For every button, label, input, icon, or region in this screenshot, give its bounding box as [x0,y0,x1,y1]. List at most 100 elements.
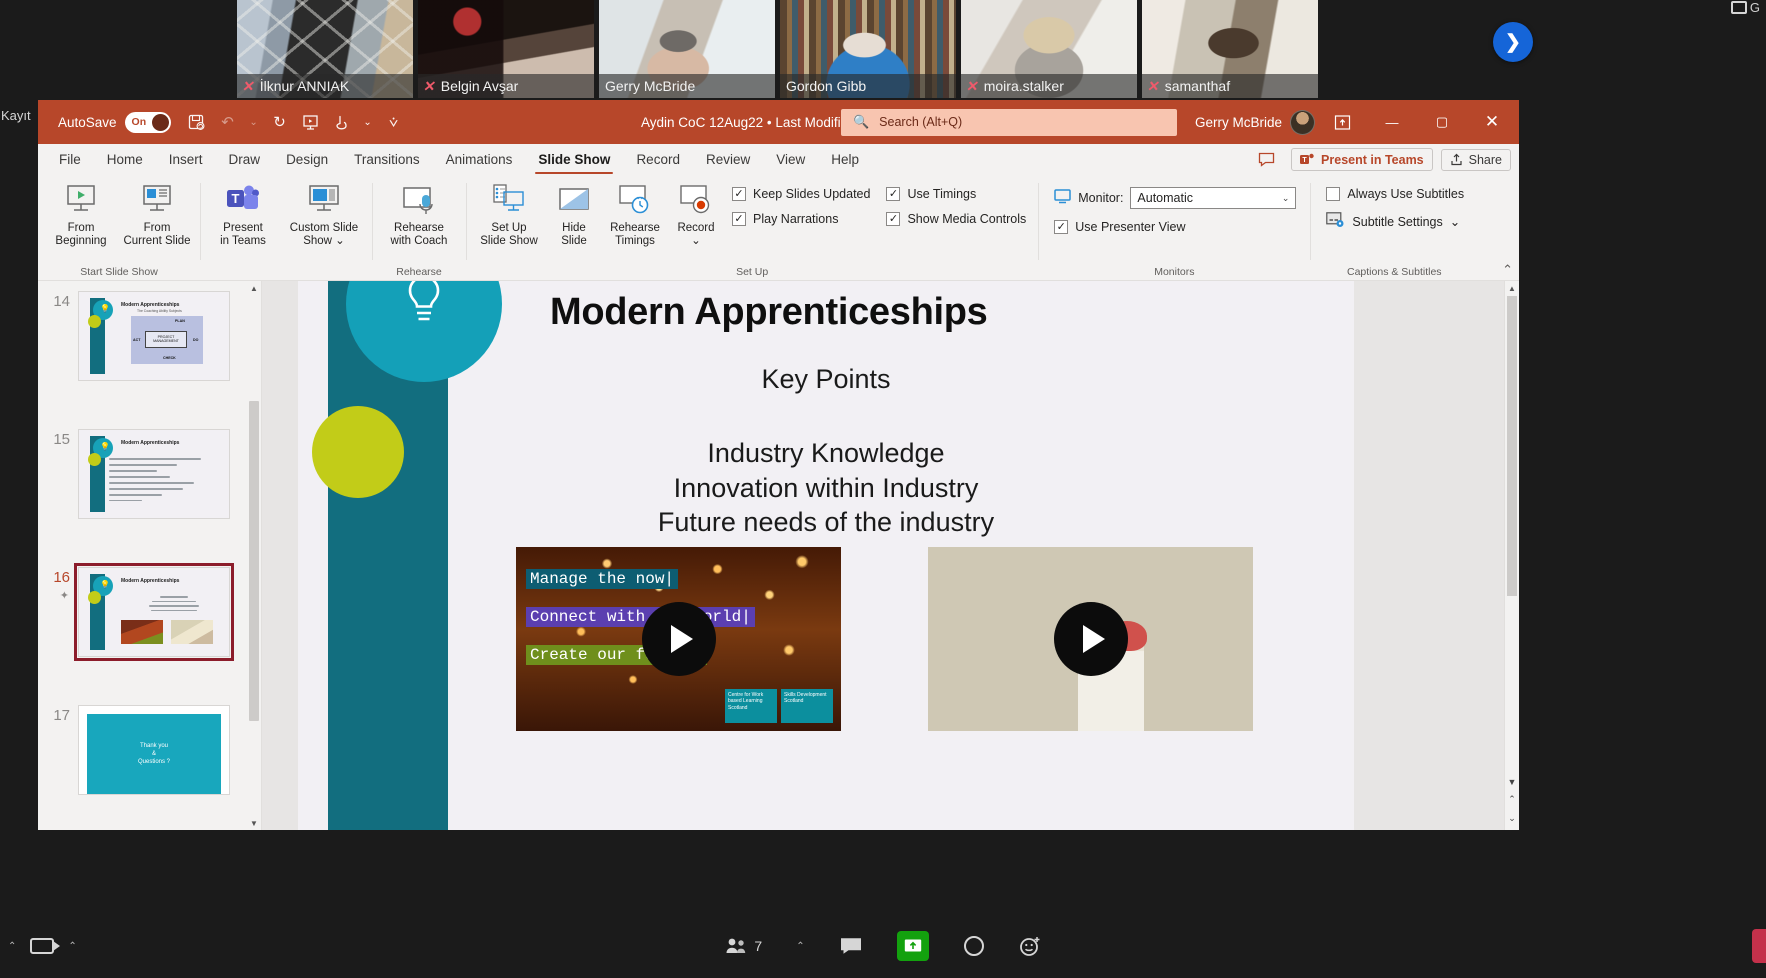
reactions-button[interactable] [1019,935,1041,957]
tab-label: Transitions [354,152,420,167]
play-icon[interactable] [1053,602,1128,676]
tab-slide-show[interactable]: Slide Show [525,144,623,175]
mini-thanks-block: Thank you & Questions ? [87,714,221,794]
tab-file[interactable]: File [46,144,94,175]
slide-thumbnail-pane[interactable]: 14 💡 Modern Apprenticeships The Coaching… [38,281,262,830]
rehearse-with-coach-button[interactable]: Rehearse with Coach [378,179,460,252]
thumbnail-number: 16 [53,569,70,586]
ribbon-display-options-button[interactable] [1319,100,1365,144]
save-icon[interactable] [183,108,211,136]
teams-meeting-controls-bar: ⌃ ⌃ 7 ⌃ [0,914,1766,978]
undo-icon[interactable]: ↶ [214,108,242,136]
participant-tile[interactable]: ✕ moira.stalker [961,0,1137,98]
tab-help[interactable]: Help [818,144,872,175]
video-right[interactable] [928,547,1253,731]
undo-caret-icon[interactable]: ⌄ [245,108,263,136]
tab-label: Home [106,152,143,167]
tab-view[interactable]: View [763,144,818,175]
use-presenter-view-checkbox[interactable]: ✓ Use Presenter View [1054,220,1296,234]
autosave-toggle[interactable]: On [124,111,171,133]
set-up-slide-show-button[interactable]: Set Up Slide Show [472,179,546,252]
qat-caret-icon[interactable]: ⌄ [359,108,377,136]
kayit-label: Kayıt [1,108,31,123]
chat-button[interactable] [839,936,863,956]
slide-subtitle[interactable]: Key Points [298,364,1354,395]
minimize-button[interactable]: — [1369,100,1415,144]
slide-key-points[interactable]: Industry Knowledge Innovation within Ind… [298,436,1354,540]
tab-transitions[interactable]: Transitions [341,144,433,175]
slide-vertical-scrollbar[interactable]: ▲ ▼ ⌃ ⌄ [1504,281,1519,830]
tab-review[interactable]: Review [693,144,763,175]
monitor-dropdown[interactable]: Automatic ⌄ [1130,187,1297,209]
present-in-teams-ribbon-button[interactable]: T Present in Teams [206,179,280,252]
thumbnail-slide-16-selected[interactable]: 16 ✦ 💡 Modern Apprenticeships [38,563,261,661]
thumbnail-card[interactable]: Thank you & Questions ? [78,705,230,795]
record-more-button[interactable] [963,935,985,957]
present-in-teams-ribbon-label: Present in Teams [220,222,266,248]
participant-tile[interactable]: ✕ samanthaf [1142,0,1318,98]
play-icon[interactable] [641,602,716,676]
thumbnail-slide-17[interactable]: 17 Thank you & Questions ? [38,705,261,795]
touch-mode-icon[interactable] [328,108,356,136]
from-current-slide-button[interactable]: From Current Slide [120,179,194,252]
keep-slides-updated-checkbox[interactable]: ✓ Keep Slides Updated [732,187,870,201]
present-in-teams-button[interactable]: T Present in Teams [1291,148,1433,171]
custom-slide-show-button[interactable]: Custom Slide Show ⌄ [282,179,366,252]
maximize-button[interactable]: ▢ [1419,100,1465,144]
tab-home[interactable]: Home [94,144,156,175]
comments-button[interactable] [1250,149,1283,170]
tab-design[interactable]: Design [273,144,341,175]
leave-meeting-button[interactable] [1752,929,1766,963]
scroll-thumb[interactable] [1507,296,1517,596]
subtitle-settings-button[interactable]: Subtitle Settings ⌄ [1326,212,1464,231]
autosave-control[interactable]: AutoSave On [58,111,171,133]
from-beginning-button[interactable]: From Beginning [44,179,118,252]
scroll-up-arrow-icon[interactable]: ▲ [247,281,261,295]
thumbnail-card[interactable]: 💡 Modern Apprenticeships The Coaching Ab… [78,291,230,381]
hide-slide-button[interactable]: Hide Slide [548,179,600,252]
slide-title[interactable]: Modern Apprenticeships [550,291,988,334]
participants-button[interactable]: 7 [725,937,762,955]
always-use-subtitles-checkbox[interactable]: Always Use Subtitles [1326,187,1464,201]
ribbon-collapse-icon[interactable]: ⌃ [1502,262,1513,278]
participant-tile[interactable]: ✕ İlknur ANNIAK [237,0,413,98]
previous-slide-button[interactable]: ⌃ [1505,791,1519,808]
show-media-controls-checkbox[interactable]: ✓ Show Media Controls [886,212,1026,226]
use-timings-checkbox[interactable]: ✓ Use Timings [886,187,1026,201]
next-slide-button[interactable]: ⌄ [1505,810,1519,827]
scroll-down-arrow-icon[interactable]: ▼ [1505,773,1519,790]
share-screen-button[interactable] [896,931,929,961]
participant-tile[interactable]: Gerry McBride [599,0,775,98]
thumbnail-card[interactable]: 💡 Modern Apprenticeships [78,429,230,519]
chevron-up-icon[interactable]: ⌃ [796,941,804,952]
rehearse-timings-button[interactable]: Rehearse Timings [602,179,668,252]
thumbnail-scrollbar[interactable]: ▲ ▼ [247,281,261,830]
video-left[interactable]: Manage the now| Connect with the world| … [516,547,841,731]
chevron-down-icon[interactable]: ⌄ [1450,214,1460,229]
scroll-down-arrow-icon[interactable]: ▼ [247,816,261,830]
customize-qat-icon[interactable]: ⩒ [380,108,408,136]
next-participants-button[interactable]: ❯ [1493,22,1533,62]
btn-line2-caret-icon[interactable]: ⌄ [691,235,701,247]
slide-editing-area[interactable]: Modern Apprenticeships Key Points Indust… [262,281,1519,830]
record-button[interactable]: Record ⌄ [670,179,722,252]
search-box[interactable]: 🔍 Search (Alt+Q) [840,108,1177,136]
thumbnail-card[interactable]: 💡 Modern Apprenticeships [74,563,234,661]
participant-tile-active-speaker[interactable]: Gordon Gibb [780,0,956,98]
close-button[interactable]: ✕ [1469,100,1515,144]
tab-animations[interactable]: Animations [433,144,526,175]
tab-draw[interactable]: Draw [216,144,274,175]
participant-tile[interactable]: ✕ Belgin Avşar [418,0,594,98]
tab-insert[interactable]: Insert [156,144,216,175]
share-button[interactable]: Share [1440,148,1511,171]
thumbnail-slide-15[interactable]: 15 💡 Modern Apprenticeships [38,429,261,519]
account-chip[interactable]: Gerry McBride [1195,109,1315,135]
start-slideshow-icon[interactable] [297,108,325,136]
scroll-up-arrow-icon[interactable]: ▲ [1505,281,1519,296]
play-narrations-checkbox[interactable]: ✓ Play Narrations [732,212,870,226]
scroll-thumb[interactable] [249,401,259,721]
current-slide[interactable]: Modern Apprenticeships Key Points Indust… [298,281,1354,830]
redo-icon[interactable]: ↻ [266,108,294,136]
thumbnail-slide-14[interactable]: 14 💡 Modern Apprenticeships The Coaching… [38,291,261,381]
tab-record[interactable]: Record [623,144,693,175]
